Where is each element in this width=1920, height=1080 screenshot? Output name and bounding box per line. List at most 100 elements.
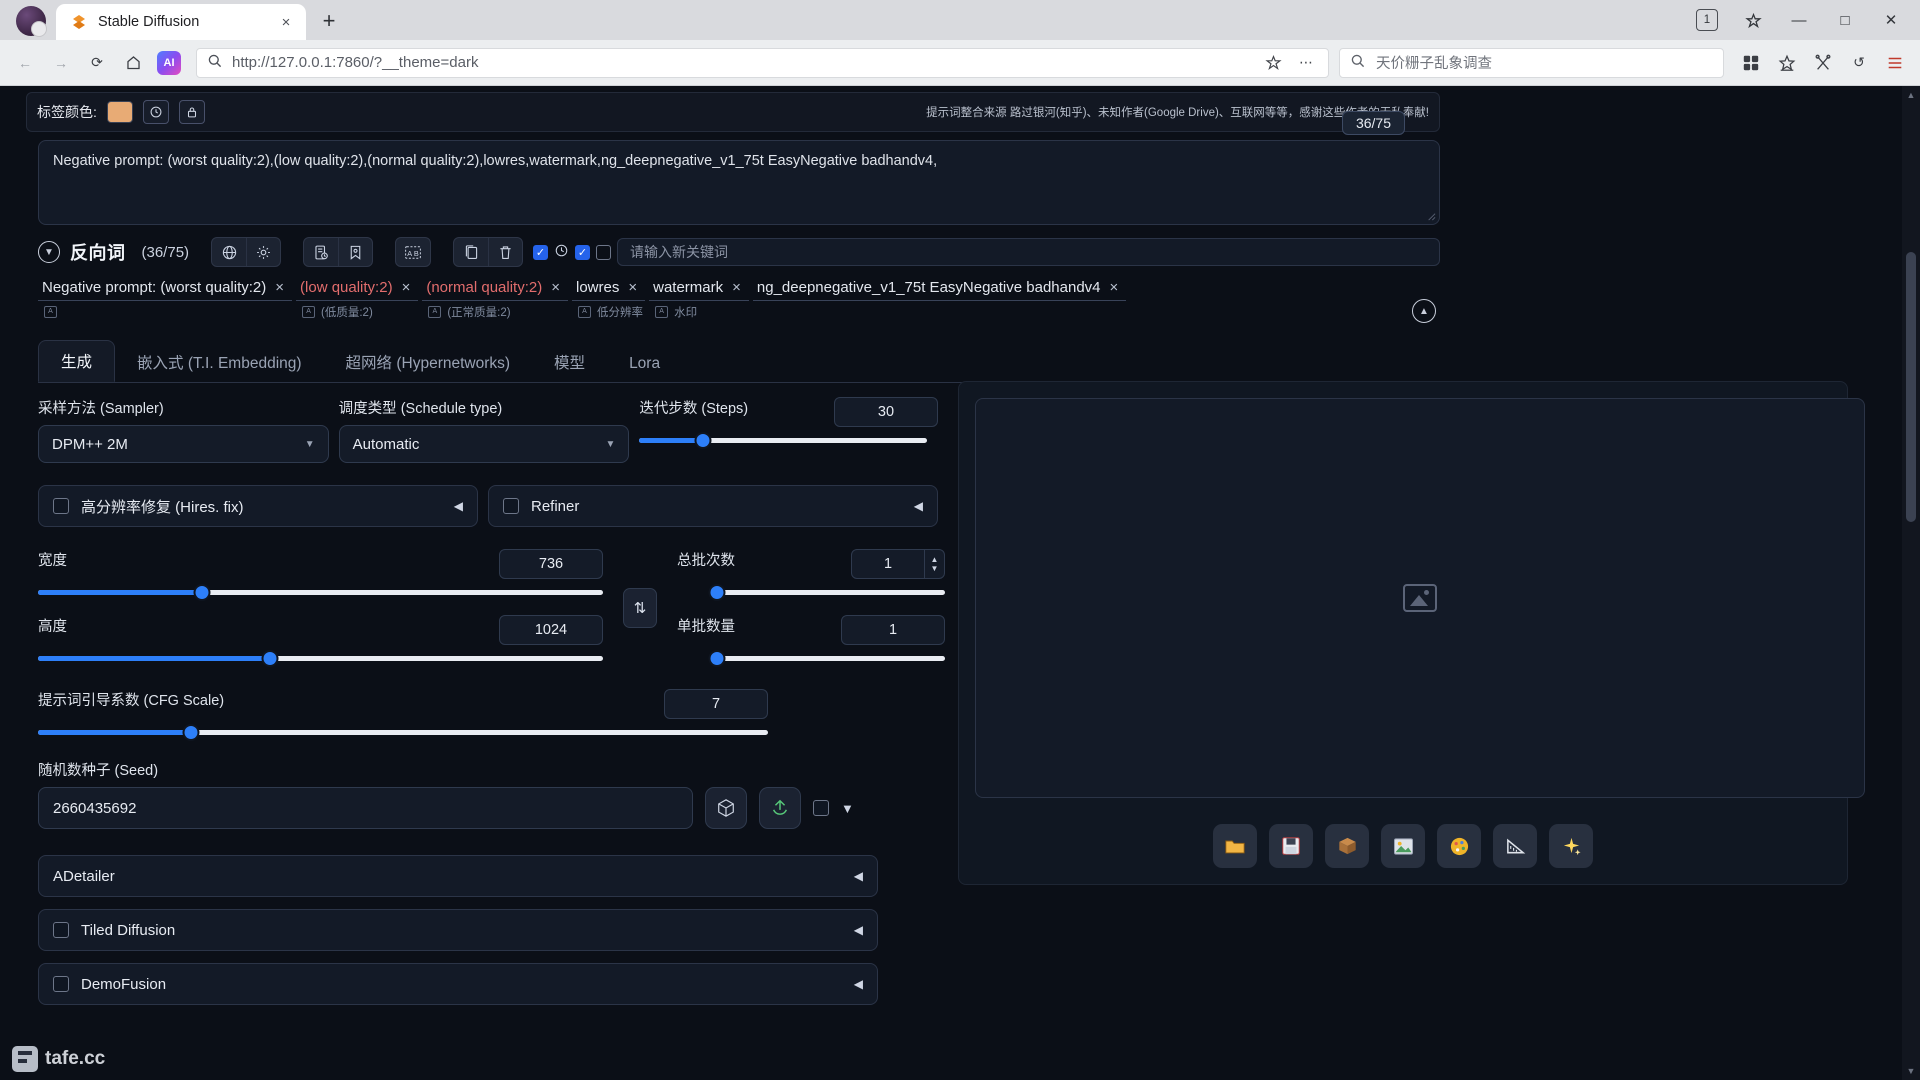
search-bar[interactable]: 天价粣子乱象调查 [1339,47,1724,78]
sparkle-icon[interactable] [1549,824,1593,868]
copilot-ai-icon[interactable]: AI [152,46,186,80]
copy-icon[interactable] [454,238,488,266]
chip[interactable]: Negative prompt: (worst quality:2) × [38,277,293,301]
palette-icon[interactable] [1437,824,1481,868]
collections-icon[interactable] [1734,46,1768,80]
demofusion-accordion[interactable]: DemoFusion ◀ [38,963,878,1005]
page-scrollbar[interactable]: ▲ ▼ [1902,86,1920,1080]
chip[interactable]: watermark × [649,277,749,301]
minimize-button[interactable]: — [1778,4,1820,36]
list-clock-icon[interactable] [304,238,338,266]
adetailer-accordion[interactable]: ADetailer ◀ [38,855,878,897]
resize-grip[interactable] [1425,210,1437,222]
scroll-down-icon[interactable]: ▼ [1902,1062,1920,1080]
folder-icon[interactable] [1213,824,1257,868]
tab-model[interactable]: 模型 [532,342,607,382]
chip[interactable]: (low quality:2) × [296,277,419,301]
tab-generation[interactable]: 生成 [38,340,116,382]
address-bar[interactable]: http://127.0.0.1:7860/?__theme=dark ⋯ [196,47,1329,78]
tiled-diffusion-accordion[interactable]: Tiled Diffusion ◀ [38,909,878,951]
clock-icon[interactable] [554,243,569,261]
sampler-select[interactable]: DPM++ 2M ▼ [38,425,329,463]
chip[interactable]: ng_deepnegative_v1_75t EasyNegative badh… [752,277,1127,301]
lock-icon[interactable] [178,100,205,124]
collapse-up-icon[interactable]: ▲ [1412,299,1436,323]
forward-icon[interactable]: → [44,46,78,80]
tab-hypernetworks[interactable]: 超网络 (Hypernetworks) [324,342,533,382]
schedule-type-select[interactable]: Automatic ▼ [338,425,630,463]
split-screen-icon[interactable] [1806,46,1840,80]
tiled-diffusion-checkbox[interactable] [53,922,69,938]
scrollbar-thumb[interactable] [1906,252,1916,522]
chip[interactable]: lowres × [572,277,646,301]
favorites-bar-icon[interactable] [1732,4,1774,36]
ruler-icon[interactable] [1493,824,1537,868]
height-input[interactable]: 1024 [499,615,603,645]
scroll-up-icon[interactable]: ▲ [1902,86,1920,104]
more-options-icon[interactable]: ⋯ [1294,51,1318,75]
batch-count-slider[interactable] [708,584,945,601]
home-icon[interactable] [116,46,150,80]
favorites-icon[interactable] [1770,46,1804,80]
steps-input[interactable]: 30 [833,397,938,427]
extra-seed-checkbox[interactable] [813,800,829,816]
steps-slider[interactable] [639,432,928,449]
hires-fix-checkbox[interactable] [53,498,69,514]
keyword-checkbox-2[interactable]: ✓ [575,244,591,260]
image-preview-area[interactable] [975,398,1865,798]
chip-remove-icon[interactable]: × [1110,279,1119,296]
seed-input[interactable]: 2660435692 [38,787,693,829]
reset-icon[interactable] [142,100,169,124]
tab-close-button[interactable]: × [276,12,296,32]
recycle-icon[interactable] [759,787,801,829]
save-icon[interactable] [1269,824,1313,868]
width-slider[interactable] [38,584,603,601]
batch-size-input[interactable]: 1 [841,615,945,645]
keyword-checkbox-1[interactable]: ✓ [533,244,549,260]
chip-remove-icon[interactable]: × [732,279,741,296]
image-icon[interactable] [1381,824,1425,868]
new-tab-button[interactable]: + [312,4,346,38]
demofusion-checkbox[interactable] [53,976,69,992]
bookmark-icon[interactable] [338,238,372,266]
tag-color-swatch[interactable] [106,101,133,123]
collapse-left-icon[interactable]: ◀ [454,499,463,513]
tab-embedding[interactable]: 嵌入式 (T.I. Embedding) [115,342,324,382]
translate-icon[interactable]: A B [396,238,430,266]
width-input[interactable]: 736 [499,549,603,579]
globe-icon[interactable] [212,238,246,266]
stepper-arrows-icon[interactable]: ▲ ▼ [924,550,944,578]
bookmark-star-icon[interactable] [1261,51,1285,75]
refiner-accordion[interactable]: Refiner ◀ [488,485,938,527]
chevron-down-icon[interactable]: ▼ [38,241,60,263]
search-input[interactable]: 天价粣子乱象调查 [1376,52,1492,73]
reload-icon[interactable]: ⟳ [80,46,114,80]
close-window-button[interactable]: ✕ [1870,4,1912,36]
batch-size-slider[interactable] [708,650,945,667]
extra-seed-caret-icon[interactable]: ▼ [841,801,854,816]
chip-remove-icon[interactable]: × [275,279,284,296]
negative-prompt-textarea[interactable]: 36/75 Negative prompt: (worst quality:2)… [38,111,1440,225]
new-keyword-input[interactable]: 请输入新关键词 [617,238,1440,266]
cfg-scale-slider[interactable] [38,724,768,741]
chip-remove-icon[interactable]: × [402,279,411,296]
collapse-left-icon[interactable]: ◀ [854,869,863,883]
archive-icon[interactable] [1325,824,1369,868]
hires-fix-accordion[interactable]: 高分辨率修复 (Hires. fix) ◀ [38,485,478,527]
chip[interactable]: (normal quality:2) × [422,277,568,301]
cfg-scale-input[interactable]: 7 [664,689,768,719]
collapse-left-icon[interactable]: ◀ [854,977,863,991]
refiner-checkbox[interactable] [503,498,519,514]
dice-icon[interactable] [705,787,747,829]
swap-icon[interactable]: ⇅ [623,588,657,628]
chip-remove-icon[interactable]: × [628,279,637,296]
collapse-left-icon[interactable]: ◀ [914,499,923,513]
workspace-badge[interactable]: 1 [1696,9,1718,31]
tab-lora[interactable]: Lora [607,346,682,382]
trash-icon[interactable] [488,238,522,266]
maximize-button[interactable]: □ [1824,4,1866,36]
collapse-left-icon[interactable]: ◀ [854,923,863,937]
height-slider[interactable] [38,650,603,667]
profile-avatar[interactable] [16,6,47,37]
gear-icon[interactable] [246,238,280,266]
